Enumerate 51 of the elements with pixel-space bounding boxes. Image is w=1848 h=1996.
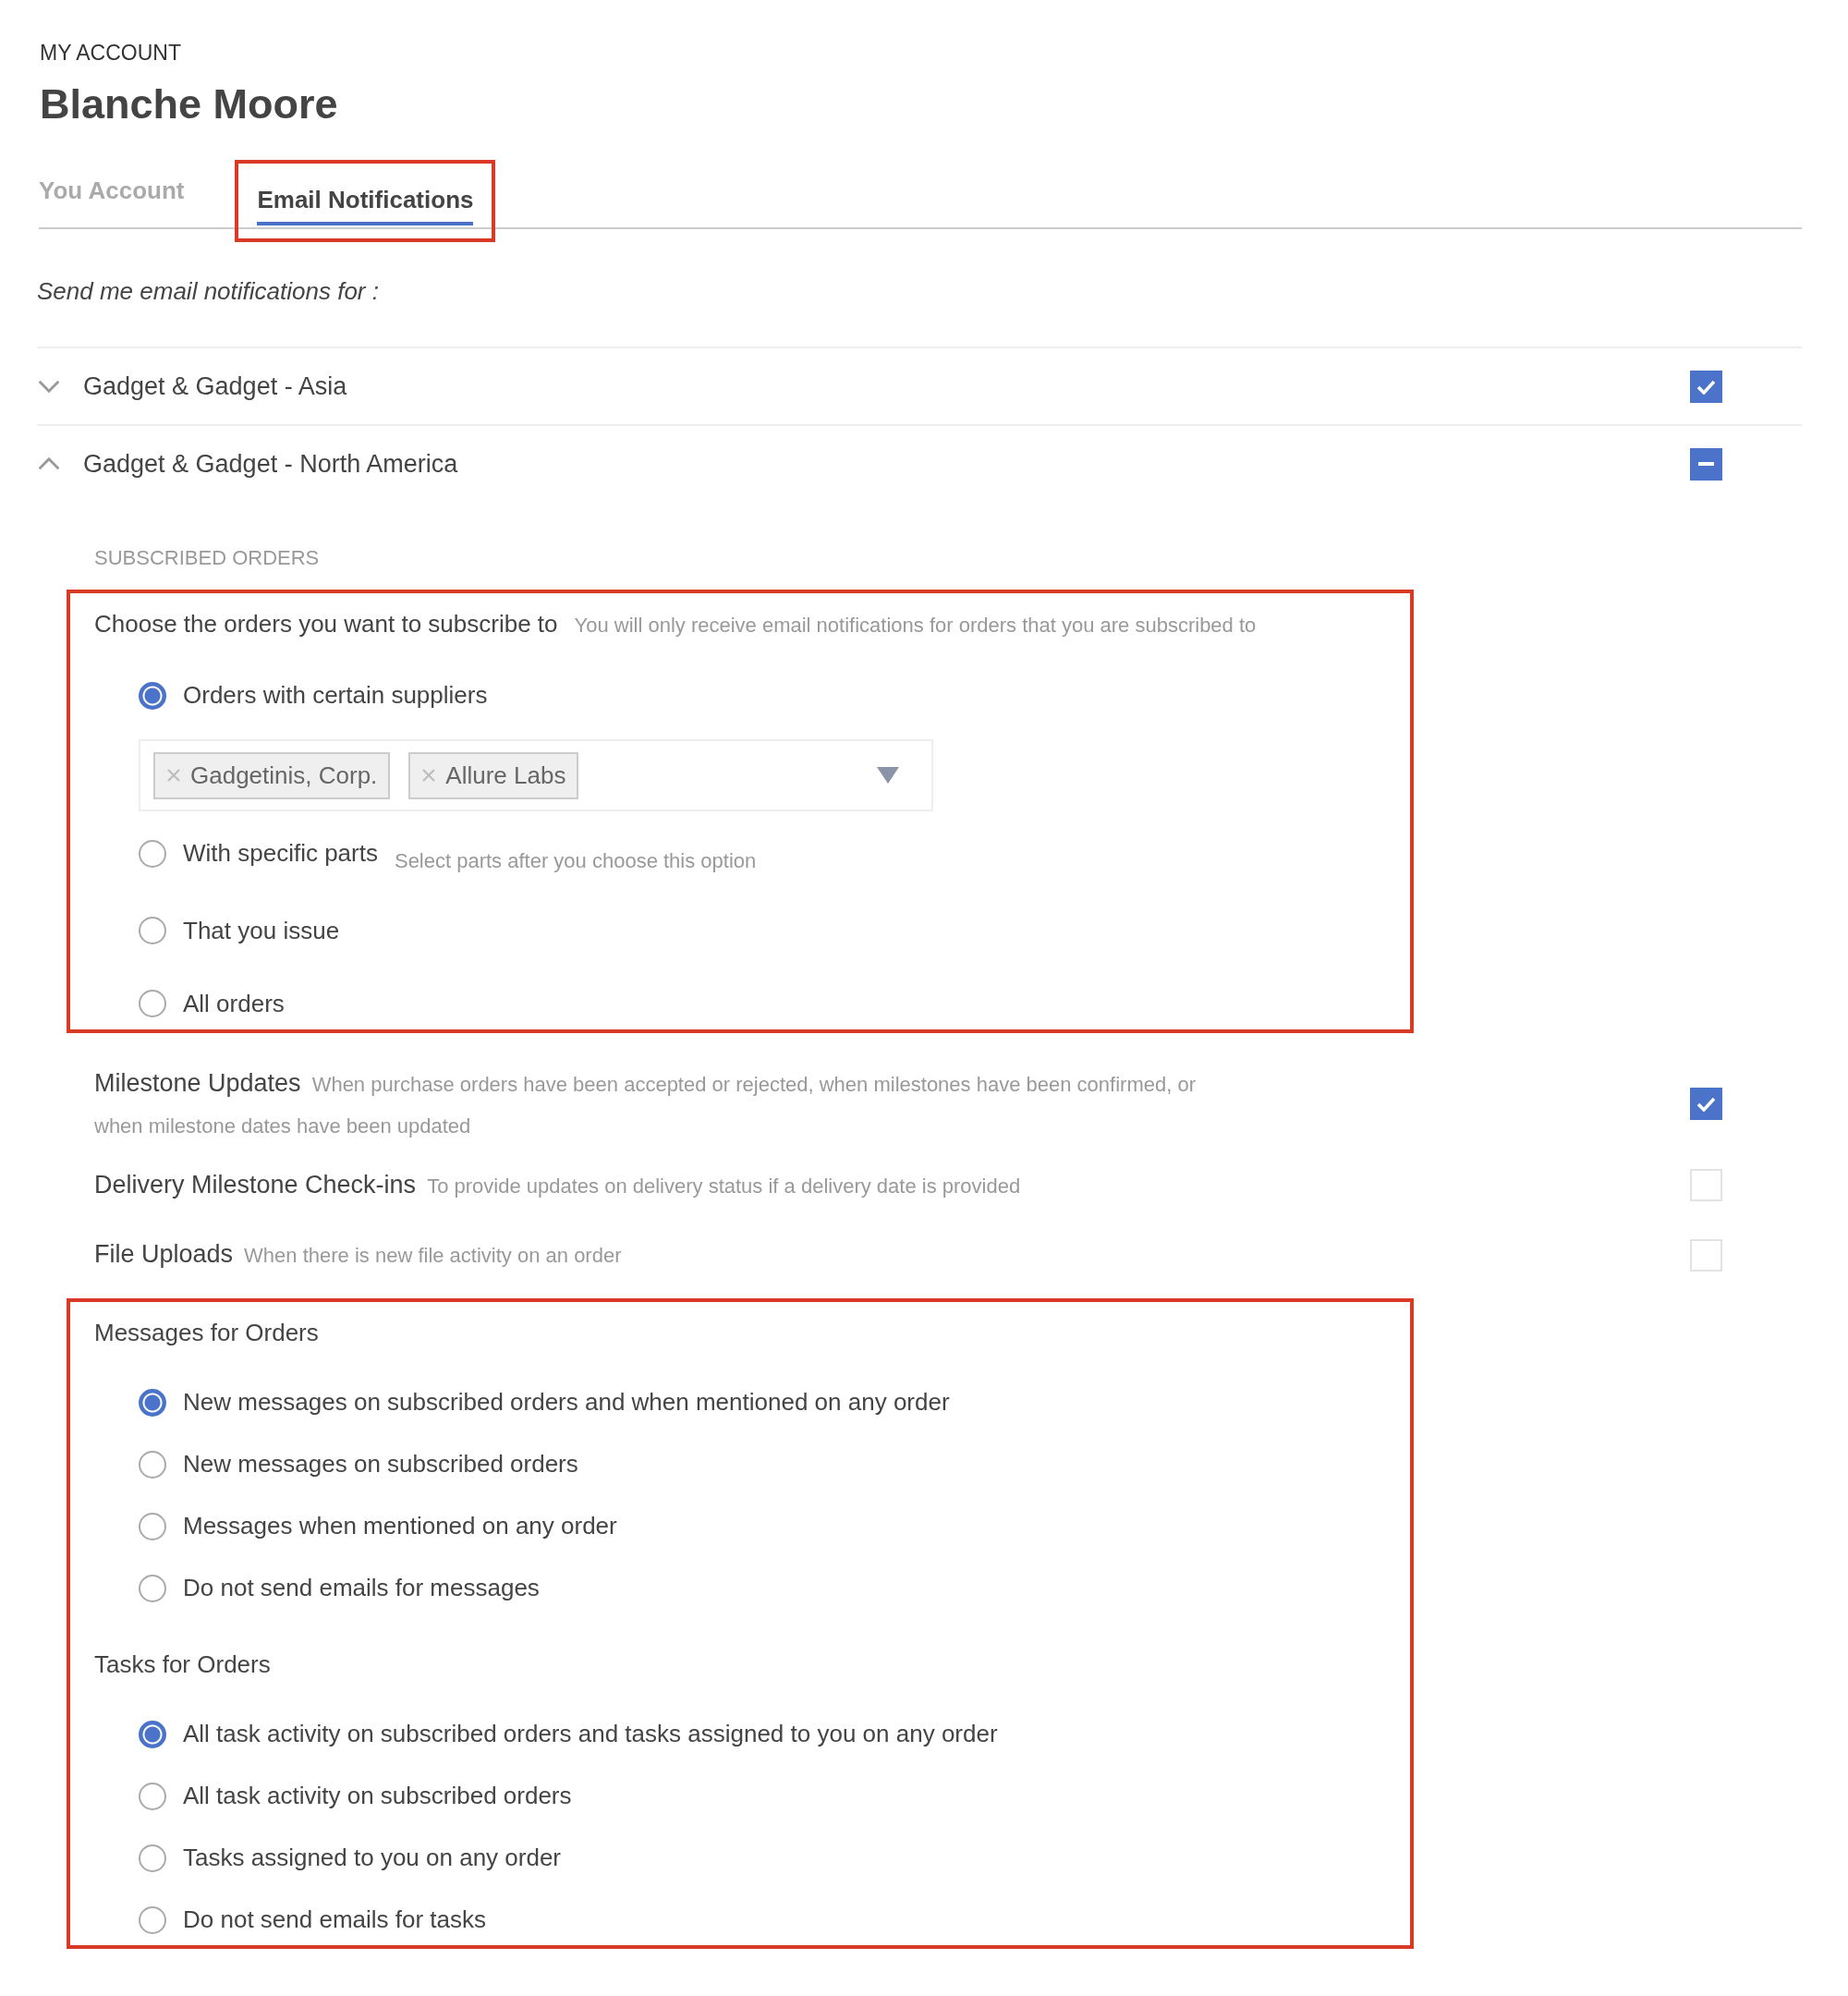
radio-option[interactable]: All task activity on subscribed orders and tasks assigned to you on any order (139, 1716, 998, 1753)
radio-option[interactable]: All task activity on subscribed orders (139, 1778, 572, 1815)
radio-option[interactable]: All orders (139, 985, 285, 1022)
checkbox[interactable] (1690, 370, 1722, 403)
account-name: Blanche Moore (40, 79, 339, 129)
supplier-tag: Allure Labs (408, 751, 579, 799)
radio-option[interactable]: New messages on subscribed orders and when mentioned on any order (139, 1384, 950, 1421)
collapse-chevron-icon[interactable] (37, 456, 61, 471)
supplier-select[interactable]: Gadgetinis, Corp. Allure Labs (139, 739, 933, 811)
radio-button[interactable] (139, 839, 166, 868)
hint-text: Select parts after you choose this option (394, 847, 757, 874)
group-toggle[interactable]: Gadget & Gadget - Asia (83, 367, 347, 406)
supplier-tag: Gadgetinis, Corp. (153, 751, 391, 799)
notification-description: File Uploads When there is new file activity on an order (94, 1239, 623, 1271)
radio-button[interactable] (139, 917, 166, 944)
notification-description: Delivery Milestone Check-ins To provide updates on delivery status if a delivery date is provided (94, 1169, 1022, 1200)
group-heading: Messages for Orders (94, 1318, 320, 1349)
radio-button[interactable] (139, 1450, 166, 1479)
tab[interactable]: Email Notifications (257, 182, 474, 225)
question-title: Choose the orders you want to subscribe to (94, 609, 558, 639)
radio-option[interactable]: Tasks assigned to you on any order (139, 1840, 562, 1877)
radio-button[interactable] (139, 1388, 166, 1417)
radio-button[interactable] (139, 681, 166, 710)
radio-button[interactable] (139, 1782, 166, 1810)
remove-icon[interactable] (421, 768, 437, 783)
dropdown-caret-icon (876, 766, 900, 785)
radio-button[interactable] (139, 1720, 166, 1748)
group-toggle[interactable]: Gadget & Gadget - North America (83, 444, 458, 483)
checkbox[interactable] (1690, 1088, 1722, 1121)
radio-button[interactable] (139, 1512, 166, 1540)
radio-option[interactable]: Do not send emails for messages (139, 1570, 540, 1607)
expand-chevron-icon[interactable] (37, 379, 61, 394)
radio-option[interactable]: Do not send emails for tasks (139, 1902, 487, 1939)
radio-option[interactable]: That you issue (139, 912, 340, 949)
radio-button[interactable] (139, 990, 166, 1017)
notification-description: Milestone Updates When purchase orders have been accepted or rejected, when milestones have been confirmed, or when milestone dates have been updated (94, 1067, 1197, 1140)
radio-option[interactable]: With specific parts (139, 835, 378, 871)
instruction-text: Send me email notifications for : (37, 276, 380, 307)
check-icon (1696, 1096, 1716, 1113)
section-label: MY ACCOUNT (40, 40, 182, 67)
checkbox[interactable] (1690, 447, 1722, 481)
group-heading: Tasks for Orders (94, 1649, 272, 1681)
radio-option[interactable]: Messages when mentioned on any order (139, 1508, 617, 1545)
radio-button[interactable] (139, 1905, 166, 1934)
radio-button[interactable] (139, 1574, 166, 1602)
hint-text: You will only receive email notifications for orders that you are subscribed to (574, 613, 1257, 639)
radio-option[interactable]: Orders with certain suppliers (139, 677, 488, 713)
radio-option[interactable]: New messages on subscribed orders (139, 1446, 578, 1483)
radio-button[interactable] (139, 1844, 166, 1872)
section-heading: SUBSCRIBED ORDERS (94, 545, 321, 571)
remove-icon[interactable] (166, 768, 181, 783)
